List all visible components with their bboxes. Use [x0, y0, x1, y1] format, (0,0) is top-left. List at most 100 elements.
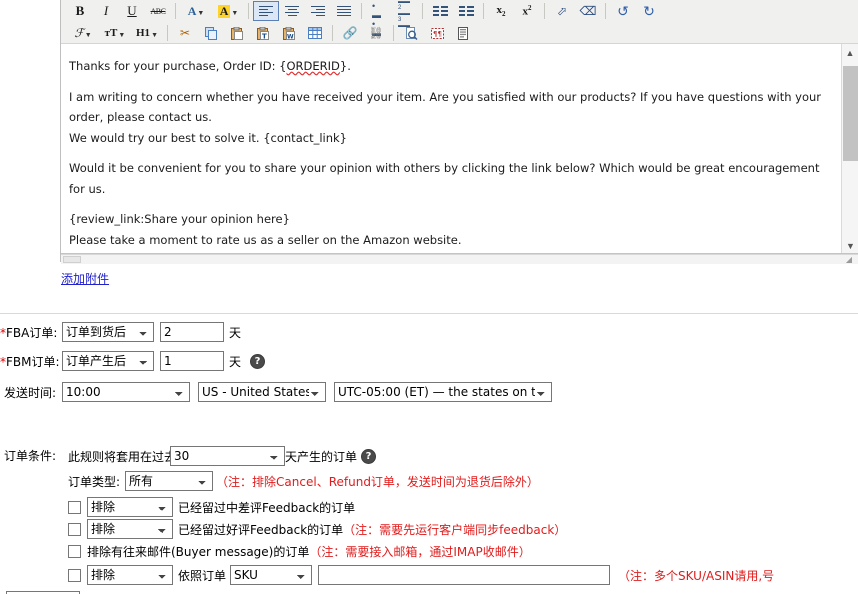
frequency-row: 天内同一个买家只发送一封邮件 ? （注：天数范围 1-90）	[6, 590, 858, 594]
underline-button[interactable]: U	[119, 1, 145, 21]
scrollbar-thumb[interactable]	[843, 66, 858, 161]
fbm-trigger-select[interactable]: 订单产生后	[62, 351, 154, 371]
paste-text-icon: T	[257, 27, 270, 40]
order-type-select[interactable]: 所有	[125, 471, 213, 491]
source-doc-icon	[457, 27, 470, 40]
country-select[interactable]: US - United States	[198, 382, 326, 402]
increase-indent-button[interactable]	[453, 1, 479, 21]
editor-paragraph: I am writing to concern whether you have…	[69, 87, 837, 128]
unlink-button[interactable]: ⛓	[363, 23, 389, 43]
exclude-positive-feedback-text: 已经留过好评Feedback的订单	[178, 521, 343, 538]
rule-help-icon[interactable]: ?	[361, 449, 376, 464]
exclude-buyer-message-checkbox[interactable]	[68, 545, 81, 558]
magnifier-page-icon	[405, 27, 418, 40]
subscript-button[interactable]: x2	[488, 1, 514, 21]
exclude-buyer-message-row: 排除有往来邮件(Buyer message)的订单 （注：需要接入邮箱，通过IM…	[68, 540, 858, 562]
italic-button[interactable]: I	[93, 1, 119, 21]
source-code-button[interactable]	[450, 23, 476, 43]
sku-value-input[interactable]	[318, 565, 610, 585]
fbm-days-input[interactable]	[160, 351, 224, 371]
highlight-color-button[interactable]: A▼	[212, 1, 244, 21]
toolbar-separator	[332, 25, 333, 41]
scissors-icon: ✂	[180, 27, 190, 39]
exclude-positive-feedback-checkbox[interactable]	[68, 523, 81, 536]
send-time-select[interactable]: 10:00	[62, 382, 190, 402]
paste-button[interactable]	[224, 23, 250, 43]
fbm-label: *FBM订单:	[0, 353, 62, 370]
positive-feedback-mode-select[interactable]: 排除	[87, 519, 173, 539]
show-blocks-button[interactable]: ¶¶	[424, 23, 450, 43]
decrease-indent-button[interactable]	[427, 1, 453, 21]
editor-text[interactable]: Thanks for your purchase, Order ID: {ORD…	[61, 44, 851, 254]
rule-period-row: 此规则将套用在过去 30 天产生的订单 ?	[68, 445, 858, 467]
timezone-select[interactable]: UTC-05:00 (ET) — the states on the Atla	[334, 382, 552, 402]
sku-field-select[interactable]: SKU	[230, 565, 312, 585]
clipboard-icon	[231, 27, 244, 40]
copy-button[interactable]	[198, 23, 224, 43]
sku-mode-select[interactable]: 排除	[87, 565, 173, 585]
sku-by-label: 依照订单	[178, 567, 226, 584]
fba-label: *FBA订单:	[0, 324, 62, 341]
fba-days-input[interactable]	[160, 322, 224, 342]
order-conditions-block: 订单条件: 此规则将套用在过去 30 天产生的订单 ? 订单类型: 所有 （注：…	[0, 445, 858, 594]
insert-table-button[interactable]	[302, 23, 328, 43]
bullet-list-button[interactable]: • ▬• ▬• ▬	[366, 1, 392, 21]
align-left-button[interactable]	[253, 1, 279, 21]
sku-filter-checkbox[interactable]	[68, 569, 81, 582]
cut-button[interactable]: ✂	[172, 23, 198, 43]
editor-vertical-scrollbar[interactable]: ▲ ▼	[841, 44, 858, 254]
fba-order-row: *FBA订单: 订单到货后 天	[0, 322, 858, 342]
select-pointer-button[interactable]: ⬀	[549, 1, 575, 21]
superscript-button[interactable]: x2	[514, 1, 540, 21]
rule-prefix-text: 此规则将套用在过去	[68, 448, 176, 465]
font-family-button[interactable]: ℱ▼	[67, 23, 99, 43]
exclude-buyer-message-note: （注：需要接入邮箱，通过IMAP收邮件）	[309, 543, 530, 560]
fbm-days-unit: 天	[229, 353, 241, 370]
align-center-button[interactable]	[279, 1, 305, 21]
indent-icon	[459, 5, 474, 18]
resize-grip-icon[interactable]: ◢	[842, 255, 856, 264]
heading-button[interactable]: H1▼	[131, 23, 163, 43]
font-size-button[interactable]: тT▼	[99, 23, 131, 43]
toolbar-separator	[422, 3, 423, 19]
font-color-button[interactable]: A▼	[180, 1, 212, 21]
editor-paragraph: {review_link:Share your opinion here}	[69, 209, 837, 230]
exclude-buyer-message-text: 排除有往来邮件(Buyer message)的订单	[87, 543, 309, 560]
exclude-positive-feedback-row: 排除 已经留过好评Feedback的订单 （注：需要先运行客户端同步feedba…	[68, 518, 858, 540]
svg-text:T: T	[262, 32, 267, 40]
exclude-negative-feedback-checkbox[interactable]	[68, 501, 81, 514]
strikethrough-button[interactable]: ABC	[145, 1, 171, 21]
fbm-help-icon[interactable]: ?	[250, 354, 265, 369]
rule-days-select[interactable]: 30	[170, 446, 285, 466]
editor-content-area[interactable]: Thanks for your purchase, Order ID: {ORD…	[61, 44, 858, 254]
horizontal-scrollbar-thumb[interactable]	[63, 256, 81, 263]
undo-icon: ↺	[617, 3, 629, 20]
align-right-button[interactable]	[305, 1, 331, 21]
paste-as-text-button[interactable]: T	[250, 23, 276, 43]
rich-text-editor: B I U ABC A▼ A▼	[60, 0, 858, 262]
redo-button[interactable]: ↻	[636, 1, 662, 21]
align-justify-button[interactable]	[331, 1, 357, 21]
toolbar-separator	[393, 25, 394, 41]
add-attachment-link[interactable]: 添加附件	[61, 270, 109, 287]
scroll-up-arrow-icon[interactable]: ▲	[842, 44, 858, 61]
schedule-form: *FBA订单: 订单到货后 天 *FBM订单: 订单产生后 天 ? 发送时间: …	[0, 322, 858, 411]
numbered-list-button[interactable]: 1 ▬▬2 ▬▬3 ▬▬	[392, 1, 418, 21]
undo-button[interactable]: ↺	[610, 1, 636, 21]
eraser-button[interactable]: ⌫	[575, 1, 601, 21]
paste-from-word-button[interactable]: W	[276, 23, 302, 43]
insert-link-button[interactable]: 🔗	[337, 23, 363, 43]
toolbar-separator	[605, 3, 606, 19]
exclude-negative-feedback-text: 已经留过中差评Feedback的订单	[178, 499, 355, 516]
sku-filter-row: 排除 依照订单 SKU （注：多个SKU/ASIN请用,号	[68, 564, 858, 586]
scroll-down-arrow-icon[interactable]: ▼	[842, 237, 858, 254]
editor-paragraph: Please take a moment to rate us as a sel…	[69, 230, 837, 251]
rule-suffix-text: 天产生的订单	[285, 448, 357, 465]
fba-trigger-select[interactable]: 订单到货后	[62, 322, 154, 342]
order-conditions-label: 订单条件:	[4, 447, 66, 464]
toolbar-separator	[483, 3, 484, 19]
exclude-positive-feedback-note: （注：需要先运行客户端同步feedback）	[343, 521, 566, 538]
bold-button[interactable]: B	[67, 1, 93, 21]
negative-feedback-mode-select[interactable]: 排除	[87, 497, 173, 517]
preview-button[interactable]	[398, 23, 424, 43]
